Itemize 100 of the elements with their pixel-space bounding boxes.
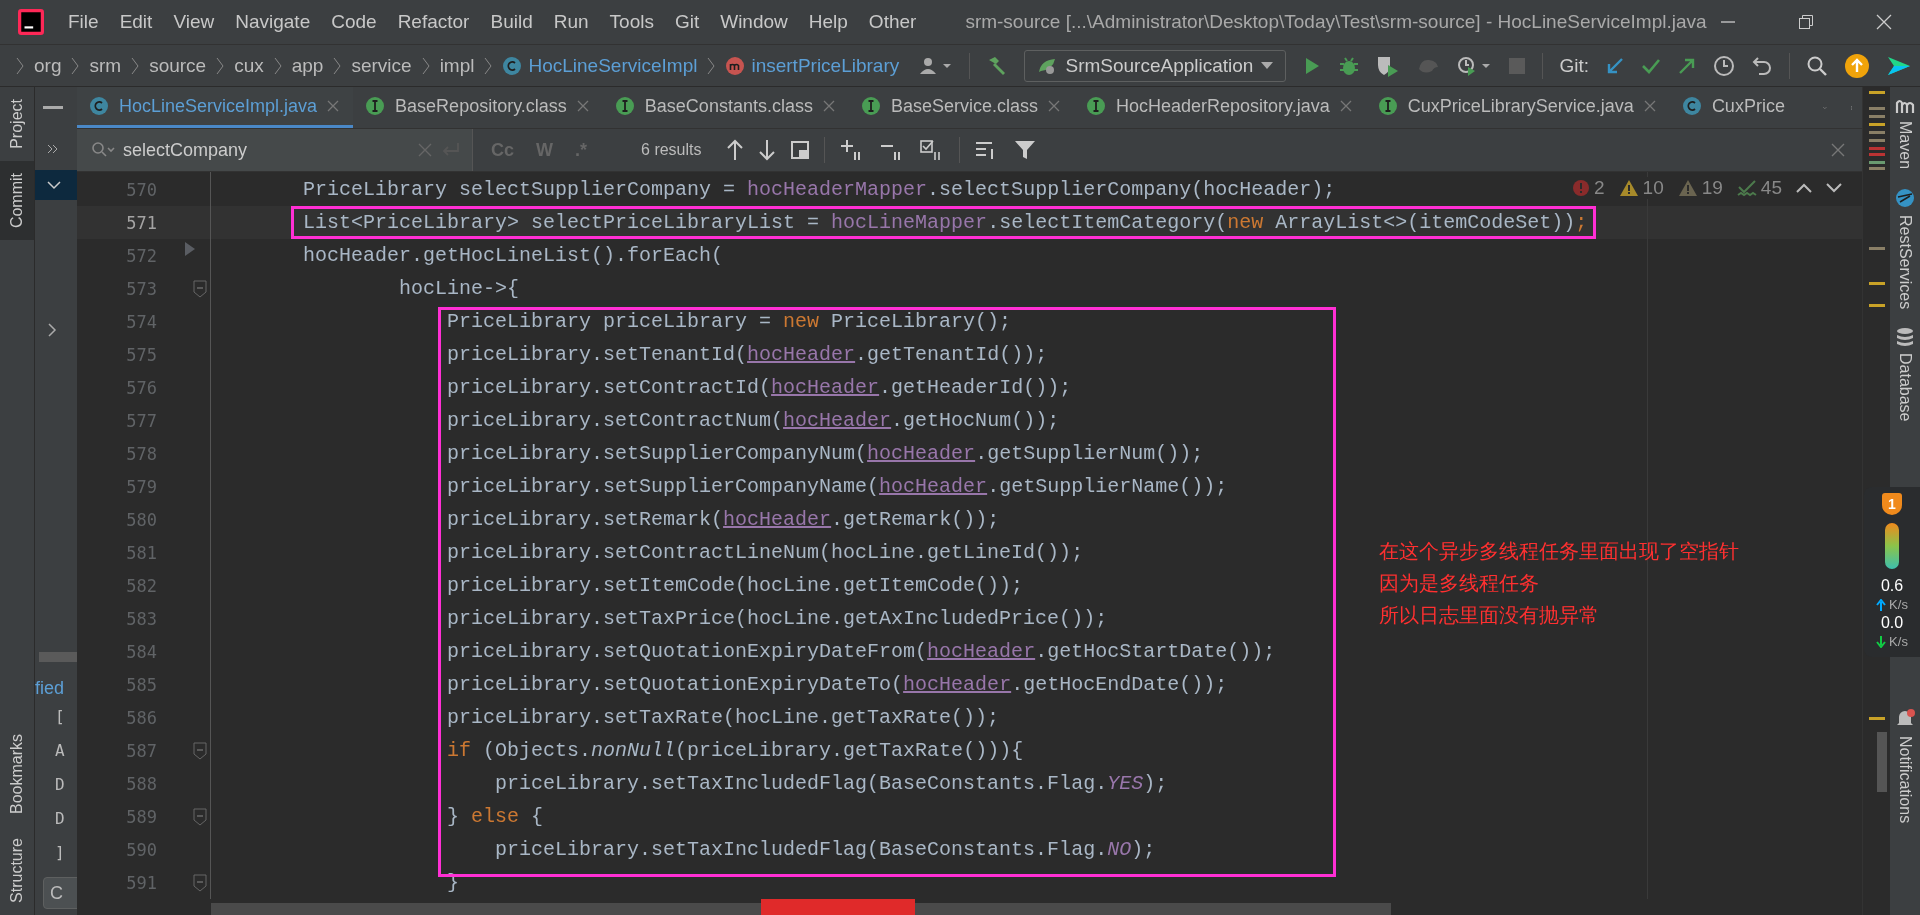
line-number: 576: [125, 377, 157, 398]
weak-warning-count[interactable]: 19: [1677, 177, 1723, 199]
line-number: 588: [125, 773, 157, 794]
editor-tab[interactable]: CuxPriceLibraryService.java: [1365, 87, 1670, 128]
undo-icon[interactable]: [1751, 54, 1773, 77]
code-line: priceLibrary.setQuotationExpiryDateTo(hocHeader.getHocEndDate());: [446, 673, 1228, 696]
typo-count[interactable]: 45: [1736, 177, 1782, 199]
chevron-icon: [16, 55, 24, 76]
breadcrumb-item[interactable]: srm: [89, 54, 122, 77]
run-configuration-dropdown[interactable]: SrmSourceApplication: [1024, 49, 1287, 82]
menu-item[interactable]: Refactor: [397, 11, 470, 33]
code-line: hocHeader.getHocLineList().forEach(: [303, 244, 724, 267]
menu-item[interactable]: Code: [331, 11, 377, 33]
caret-icon: [1261, 61, 1274, 70]
line-number: 580: [125, 509, 157, 530]
tool-window-tab[interactable]: Structure: [0, 826, 34, 915]
commit-button[interactable]: C: [43, 877, 77, 909]
clock-run-icon[interactable]: [1456, 54, 1493, 77]
editor-tab[interactable]: CuxPrice: [1669, 87, 1799, 128]
breadcrumb-item[interactable]: source: [149, 54, 207, 77]
annotation-text: 在这个异步多线程任务里面出现了空指针 因为是多线程任务 所以日志里面没有抛异常: [1379, 539, 1739, 628]
chevron-up-icon[interactable]: [1796, 183, 1812, 193]
results-count: 6 results: [641, 141, 702, 159]
chevron-icon: [71, 55, 80, 76]
clear-icon[interactable]: [418, 143, 432, 157]
user-icon[interactable]: [919, 55, 954, 76]
tool-window-tab[interactable]: Commit: [0, 160, 34, 240]
menu-item[interactable]: Window: [720, 11, 788, 33]
chevron-right-icon[interactable]: [47, 323, 57, 337]
chevron-down-icon[interactable]: [47, 180, 61, 190]
breadcrumb-item[interactable]: insertPriceLibrary: [725, 54, 900, 77]
tool-window-tab[interactable]: RestServices: [1894, 187, 1916, 310]
warning-count[interactable]: 10: [1618, 177, 1664, 199]
history-icon[interactable]: [1713, 54, 1735, 77]
code-line: priceLibrary.setSupplierCompanyNum(hocHeader.getSupplierNum());: [446, 442, 1204, 465]
fold-icon[interactable]: [193, 279, 207, 298]
line-number: 579: [125, 476, 157, 497]
editor-tab[interactable]: BaseRepository.class: [353, 87, 603, 128]
breadcrumb-item[interactable]: impl: [439, 54, 475, 77]
diff-mark: D: [55, 775, 65, 795]
menu-item[interactable]: Run: [553, 11, 589, 33]
interface-icon: [365, 96, 386, 116]
menu-item[interactable]: Help: [808, 11, 848, 33]
breadcrumb-item[interactable]: cux: [234, 54, 264, 77]
editor-tab[interactable]: BaseConstants.class: [602, 87, 849, 128]
code-line: priceLibrary.setTaxRate(hocLine.getTaxRate());: [446, 706, 1000, 729]
tool-window-tab[interactable]: Project: [0, 87, 34, 161]
code-line: priceLibrary.setTenantId(hocHeader.getTenantId());: [446, 343, 1048, 366]
chevron-icon: [216, 55, 225, 76]
tool-window-tab[interactable]: Database: [1895, 327, 1915, 422]
code-line: priceLibrary.setTaxPrice(hocLine.getAxIncludedPrice());: [446, 607, 1108, 630]
breadcrumb-item[interactable]: org: [34, 54, 62, 77]
menu-item[interactable]: Navigate: [235, 11, 311, 33]
fold-icon[interactable]: [193, 741, 207, 760]
line-number: 586: [125, 707, 157, 728]
stop-icon[interactable]: [1508, 56, 1527, 75]
code-line: PriceLibrary selectSupplierCompany = hocHeaderMapper.selectSupplierCompany(hocHeader);: [303, 178, 1336, 201]
update-arrow-icon[interactable]: [1605, 55, 1625, 76]
interface-icon: [614, 96, 635, 116]
download-speed: 0.0: [1880, 614, 1904, 632]
chevron-icon: [484, 55, 493, 76]
filter-icon[interactable]: [1013, 139, 1036, 161]
tool-window-tab[interactable]: Notifications: [1894, 707, 1916, 823]
breadcrumb-item[interactable]: HocLineServiceImpl: [502, 54, 698, 77]
menu-item[interactable]: Tools: [609, 11, 654, 33]
search-icon[interactable]: [1806, 54, 1828, 77]
tool-window-tab[interactable]: Bookmarks: [0, 722, 34, 827]
more-icon[interactable]: [47, 144, 59, 154]
code-line: hocLine->{: [398, 277, 520, 300]
window-title: srm-source [...\Administrator\Desktop\Today\Test\srm-source] - HocLineServiceImpl.java: [965, 11, 1707, 33]
chevron-icon: [421, 55, 430, 76]
window-icon[interactable]: [789, 140, 810, 160]
chevron-down-icon[interactable]: [1826, 183, 1842, 193]
restore-icon[interactable]: [1798, 14, 1814, 30]
close-icon[interactable]: [1876, 14, 1892, 30]
speed-unit: K/s: [1889, 597, 1908, 612]
code-line: } else {: [446, 805, 544, 828]
menu-item[interactable]: Other: [868, 11, 917, 33]
menu-item[interactable]: Edit: [119, 11, 153, 33]
tool-window-tab[interactable]: Maven: [1895, 97, 1915, 170]
error-count[interactable]: 2: [1572, 177, 1605, 199]
menu-item[interactable]: Build: [490, 11, 533, 33]
code-line: priceLibrary.setContractId(hocHeader.getHeaderId());: [446, 376, 1072, 399]
breadcrumb-item[interactable]: service: [351, 54, 412, 77]
upgrade-icon[interactable]: [1844, 52, 1870, 79]
line-number: 590: [125, 839, 157, 860]
menu-item[interactable]: Git: [674, 11, 700, 33]
arrow-up-icon[interactable]: [725, 139, 744, 161]
fold-icon[interactable]: [193, 873, 207, 892]
breadcrumb-item[interactable]: app: [291, 54, 324, 77]
search-field[interactable]: selectCompany: [77, 129, 473, 171]
editor-tab[interactable]: BaseService.class: [848, 87, 1074, 128]
code-line: priceLibrary.setRemark(hocHeader.getRemark());: [446, 508, 1000, 531]
fold-icon[interactable]: [193, 807, 207, 826]
arrow-down-icon[interactable]: [757, 139, 776, 161]
menu-item[interactable]: View: [173, 11, 215, 33]
class-icon: [502, 55, 523, 76]
menu-item[interactable]: File: [68, 11, 99, 33]
editor-tab[interactable]: HocHeaderRepository.java: [1074, 87, 1366, 128]
collapse-icon[interactable]: [43, 105, 63, 110]
